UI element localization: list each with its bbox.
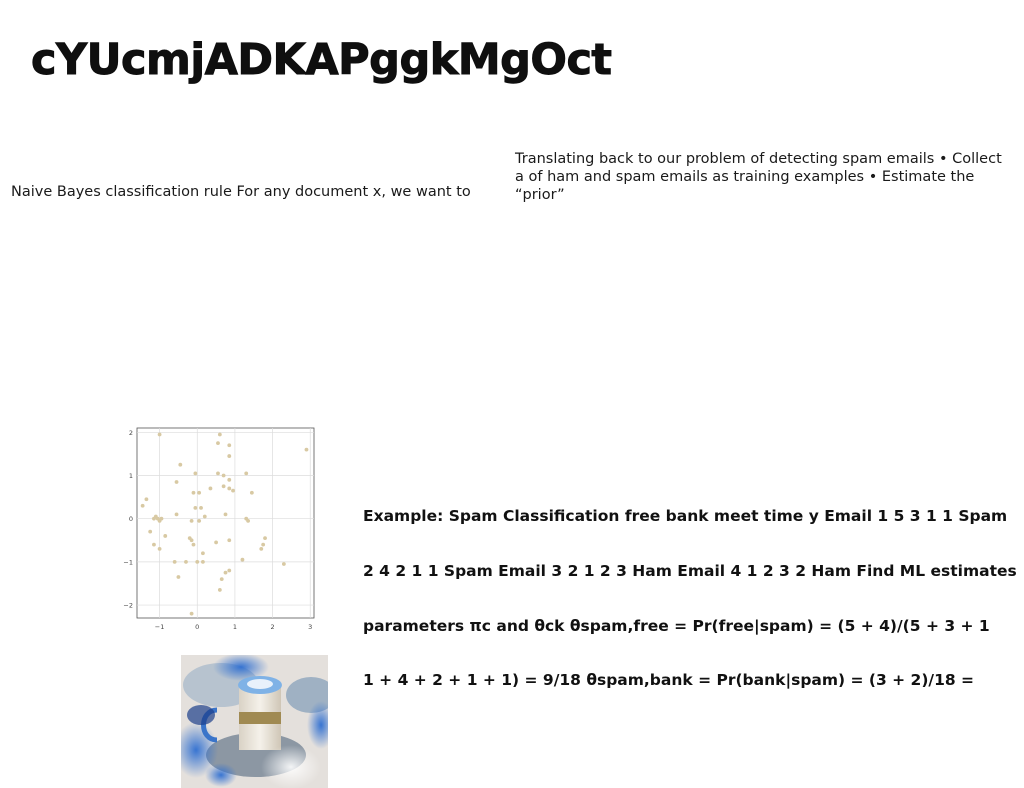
- x-tick-label: 3: [308, 623, 312, 631]
- scatter-point: [197, 518, 202, 523]
- scatter-point: [216, 441, 220, 446]
- scatter-plot-figure: −1 0 1 2 3 2 1 0 −1 −2: [122, 420, 322, 635]
- scatter-point: [217, 432, 222, 437]
- scatter-point: [240, 557, 245, 562]
- scatter-point: [174, 512, 179, 517]
- scatter-point: [163, 534, 168, 538]
- scatter-point: [152, 542, 156, 547]
- scatter-point: [227, 538, 232, 543]
- y-tick-label: 2: [129, 429, 133, 437]
- example-line: Example: Spam Classification free bank m…: [363, 507, 1008, 526]
- scatter-point: [191, 490, 196, 495]
- scatter-point: [172, 559, 177, 564]
- coffee-cup-photo: [181, 655, 328, 788]
- y-tick-label: 1: [129, 472, 133, 480]
- example-line: 1 + 4 + 2 + 1 + 1) = 9/18 θspam,bank = P…: [363, 671, 975, 690]
- scatter-point: [176, 575, 181, 579]
- scatter-point: [246, 518, 250, 523]
- x-tick-label: 0: [195, 623, 199, 631]
- scatter-point: [304, 447, 309, 452]
- scatter-point: [191, 542, 196, 547]
- scatter-point: [184, 559, 188, 564]
- scatter-point: [223, 570, 228, 575]
- scatter-point: [193, 505, 198, 510]
- scatter-point: [144, 497, 149, 502]
- y-tick-label: 0: [129, 515, 133, 523]
- scatter-point: [217, 588, 222, 592]
- translating-text: Translating back to our problem of detec…: [515, 151, 1002, 203]
- scatter-point: [148, 529, 153, 534]
- scatter-point: [227, 454, 232, 458]
- photo-blur-foreground: [187, 705, 215, 725]
- scatter-point: [199, 505, 203, 510]
- scatter-point: [227, 486, 232, 491]
- scatter-point: [221, 484, 226, 489]
- photo-cup-band: [239, 712, 281, 724]
- scatter-point: [219, 577, 224, 582]
- scatter-point: [214, 540, 218, 545]
- scatter-point: [227, 568, 232, 573]
- scatter-point: [221, 473, 226, 478]
- naive-bayes-text: Naive Bayes classification rule For any …: [11, 184, 471, 200]
- scatter-point: [157, 432, 162, 437]
- scatter-point: [202, 514, 207, 519]
- scatter-point: [244, 471, 249, 476]
- scatter-point: [189, 611, 194, 616]
- scatter-point: [201, 551, 205, 556]
- photo-blur-foreground: [261, 745, 321, 788]
- scatter-point: [195, 559, 200, 564]
- scatter-point: [140, 503, 145, 508]
- scatter-point: [259, 547, 264, 551]
- scatter-plot: −1 0 1 2 3 2 1 0 −1 −2: [123, 427, 315, 631]
- scatter-point: [189, 538, 194, 543]
- scatter-point: [174, 480, 179, 484]
- scatter-point: [227, 443, 232, 448]
- scatter-point: [193, 471, 198, 476]
- scatter-point: [197, 490, 202, 495]
- photo-cup-latte: [247, 679, 273, 689]
- scatter-point: [157, 547, 162, 551]
- x-tick-label: 2: [271, 623, 275, 631]
- scatter-point: [152, 516, 156, 521]
- coffee-cup-photo-svg: [181, 655, 328, 788]
- plot-frame: [136, 427, 315, 619]
- scatter-point: [157, 518, 162, 523]
- scatter-point: [178, 462, 183, 467]
- slide-title: cYUcmjADKAPggkMgOct: [31, 35, 613, 86]
- scatter-point: [231, 488, 235, 493]
- scatter-point: [249, 490, 254, 495]
- scatter-point: [263, 536, 267, 541]
- scatter-point: [261, 542, 266, 547]
- y-tick-label: −1: [123, 558, 133, 566]
- x-tick-label: −1: [155, 623, 165, 631]
- scatter-point: [223, 512, 228, 517]
- example-block: Example: Spam Classification free bank m…: [363, 471, 1024, 708]
- scatter-point: [208, 486, 213, 491]
- x-tick-label: 1: [233, 623, 237, 631]
- photo-blue-flower: [205, 763, 237, 787]
- scatter-point: [201, 559, 205, 564]
- example-line: 2 4 2 1 1 Spam Email 3 2 1 2 3 Ham Email…: [363, 562, 1017, 581]
- scatter-point: [216, 471, 220, 476]
- scatter-point: [281, 562, 286, 566]
- y-tick-label: −2: [123, 602, 133, 610]
- scatter-point: [227, 477, 232, 482]
- scatter-point: [189, 518, 194, 523]
- example-line: parameters πc and θck θspam,free = Pr(fr…: [363, 616, 990, 635]
